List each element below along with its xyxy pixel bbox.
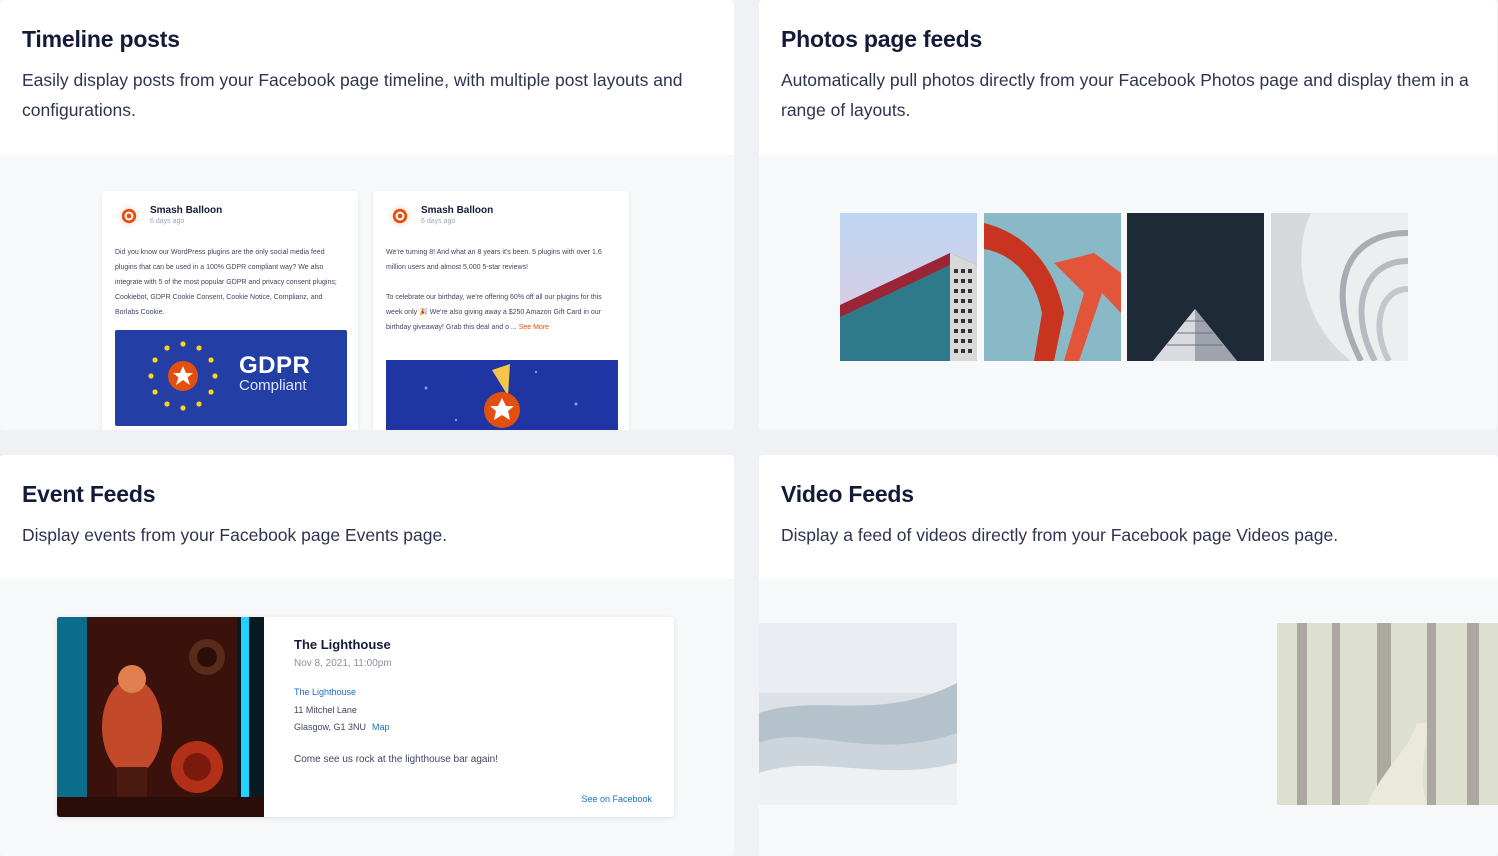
- videos-preview: [759, 579, 1498, 856]
- birthday-illustration: [386, 360, 618, 430]
- post-time: 6 days ago: [150, 218, 185, 225]
- card-description: Automatically pull photos directly from …: [781, 70, 1469, 120]
- see-on-facebook-link[interactable]: See on Facebook: [581, 794, 652, 804]
- timeline-post[interactable]: Smash Balloon 6 days ago We're turning 8…: [373, 191, 629, 430]
- post-time: 6 days ago: [421, 218, 456, 225]
- post-body-text: We're turning 8! And what an 8 years it'…: [386, 249, 602, 271]
- card-description: Easily display posts from your Facebook …: [22, 70, 683, 120]
- photos-preview: [759, 155, 1497, 430]
- event-title: The Lighthouse: [294, 637, 391, 652]
- post-body-text-2: To celebrate our birthday, we're offerin…: [386, 294, 602, 331]
- card-title: Video Feeds: [781, 481, 914, 507]
- event-venue-link[interactable]: The Lighthouse: [294, 687, 356, 697]
- see-more-link[interactable]: See More: [519, 324, 549, 331]
- event-map-link[interactable]: Map: [372, 722, 390, 732]
- event-item[interactable]: The Lighthouse Nov 8, 2021, 11:00pm The …: [57, 617, 674, 817]
- birthday-image: [386, 360, 618, 430]
- event-image: [57, 617, 264, 817]
- card-title: Timeline posts: [22, 26, 180, 52]
- card-description: Display a feed of videos directly from y…: [781, 525, 1339, 545]
- post-author[interactable]: Smash Balloon: [150, 205, 222, 216]
- photo-thumbnail[interactable]: [1127, 213, 1264, 361]
- event-address-city: Glasgow, G1 3NU: [294, 722, 367, 732]
- timeline-preview: Smash Balloon 6 days ago Did you know ou…: [0, 155, 734, 430]
- timeline-posts-card: Timeline posts Easily display posts from…: [0, 0, 734, 430]
- event-description: Come see us rock at the lighthouse bar a…: [294, 754, 499, 765]
- photo-thumbnail[interactable]: [984, 213, 1121, 361]
- photo-thumbnail[interactable]: [840, 213, 977, 361]
- gdpr-image-subtitle: Compliant: [239, 377, 307, 394]
- smash-balloon-logo-icon: [389, 205, 411, 227]
- photos-feed-card: Photos page feeds Automatically pull pho…: [759, 0, 1497, 430]
- post-body: Did you know our WordPress plugins are t…: [115, 249, 337, 316]
- photo-thumbnail[interactable]: [1271, 213, 1408, 361]
- eu-stars-icon: [148, 341, 218, 411]
- event-address-line1: 11 Mitchel Lane: [294, 705, 357, 715]
- event-address-line2: Glasgow, G1 3NU Map: [294, 722, 390, 732]
- post-author[interactable]: Smash Balloon: [421, 205, 493, 216]
- card-description: Display events from your Facebook page E…: [22, 525, 448, 545]
- card-title: Photos page feeds: [781, 26, 983, 52]
- gdpr-compliant-image: GDPR Compliant: [115, 330, 347, 426]
- event-date: Nov 8, 2021, 11:00pm: [294, 658, 392, 669]
- card-title: Event Feeds: [22, 481, 156, 507]
- events-preview: The Lighthouse Nov 8, 2021, 11:00pm The …: [0, 579, 734, 856]
- gdpr-image-title: GDPR: [239, 352, 311, 379]
- video-feeds-card: Video Feeds Display a feed of videos dir…: [759, 455, 1498, 856]
- post-body: We're turning 8! And what an 8 years it'…: [386, 245, 618, 335]
- smash-balloon-logo-icon: [118, 205, 140, 227]
- video-thumbnail[interactable]: [759, 623, 957, 805]
- timeline-post[interactable]: Smash Balloon 6 days ago Did you know ou…: [102, 191, 358, 430]
- video-thumbnail[interactable]: [1277, 623, 1498, 805]
- event-feeds-card: Event Feeds Display events from your Fac…: [0, 455, 734, 856]
